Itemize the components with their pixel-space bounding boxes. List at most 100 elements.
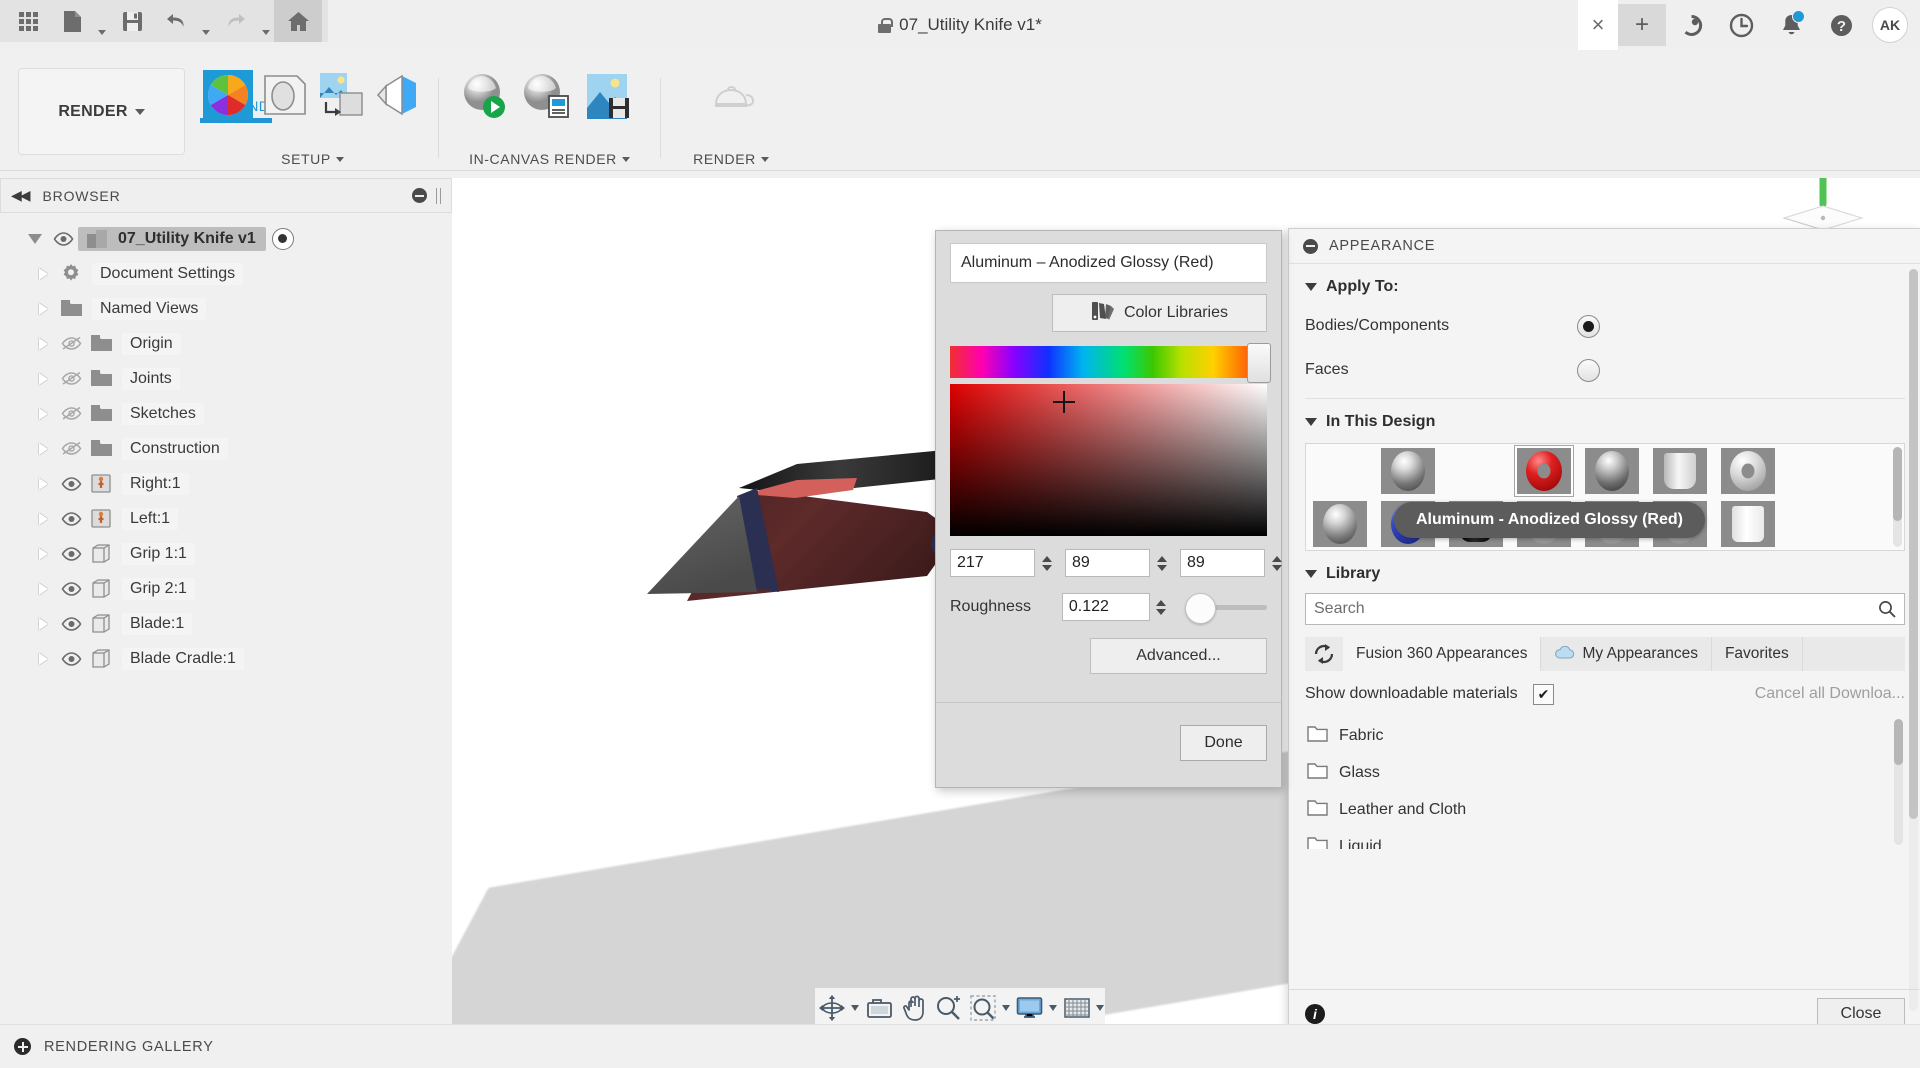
notifications-bell-icon[interactable] [1766, 0, 1816, 50]
hue-slider-handle[interactable] [1247, 343, 1271, 383]
file-menu-caret-icon[interactable] [94, 0, 110, 49]
done-button[interactable]: Done [1180, 725, 1267, 761]
search-input[interactable] [1305, 593, 1905, 625]
material-name-input[interactable] [950, 243, 1267, 283]
appearance-command[interactable] [200, 64, 256, 122]
red-input[interactable] [950, 549, 1035, 577]
zoom-window-caret-icon[interactable] [1001, 991, 1012, 1024]
tree-item-sketches[interactable]: Sketches [0, 396, 452, 431]
tab-fusion-360-appearances[interactable]: Fusion 360 Appearances [1343, 637, 1541, 671]
swatch-plastic-white[interactable] [1714, 497, 1782, 550]
expand-arrow-icon[interactable] [30, 478, 56, 490]
home-icon[interactable] [274, 0, 322, 42]
scene-settings-command[interactable] [256, 64, 312, 122]
apply-to-faces-row[interactable]: Faces [1289, 348, 1920, 392]
decal-command[interactable] [369, 64, 425, 122]
apply-to-bodies-row[interactable]: Bodies/Components [1289, 304, 1920, 348]
tree-item-joints[interactable]: Joints [0, 361, 452, 396]
tree-item-named-views[interactable]: Named Views [0, 291, 452, 326]
visibility-eye-off-icon[interactable] [56, 406, 86, 421]
save-icon[interactable] [110, 0, 154, 42]
tree-item-construction[interactable]: Construction [0, 431, 452, 466]
apply-to-section-header[interactable]: Apply To: [1289, 264, 1920, 304]
expand-arrow-icon[interactable] [30, 583, 56, 595]
app-grid-icon[interactable] [6, 0, 50, 42]
swatch-scrollbar[interactable] [1893, 447, 1902, 547]
tab-my-appearances[interactable]: My Appearances [1541, 637, 1711, 671]
red-stepper[interactable] [1038, 548, 1055, 578]
expand-arrow-icon[interactable] [30, 303, 56, 315]
appearance-collapse-icon[interactable] [1303, 239, 1318, 254]
visibility-eye-icon[interactable] [56, 477, 86, 491]
undo-icon[interactable] [154, 0, 198, 42]
visibility-eye-icon[interactable] [56, 582, 86, 596]
roughness-slider[interactable] [1189, 605, 1267, 610]
blue-input[interactable] [1180, 549, 1265, 577]
visibility-eye-icon[interactable] [56, 652, 86, 666]
cancel-downloads-link[interactable]: Cancel all Downloa... [1755, 685, 1905, 703]
texture-map-controls-command[interactable] [313, 64, 369, 122]
tree-item-grip-1[interactable]: Grip 1:1 [0, 536, 452, 571]
blue-stepper[interactable] [1268, 548, 1285, 578]
green-input[interactable] [1065, 549, 1150, 577]
ribbon-group-setup-title[interactable]: SETUP [200, 151, 425, 167]
rendering-gallery-label[interactable]: RENDERING GALLERY [44, 1039, 214, 1055]
collapse-left-icon[interactable]: ◀◀ [11, 187, 29, 204]
capture-image-command[interactable] [576, 64, 638, 122]
tree-item-left[interactable]: Left:1 [0, 501, 452, 536]
expand-arrow-icon[interactable] [30, 653, 56, 665]
history-clock-icon[interactable] [1716, 0, 1766, 50]
show-downloadable-checkbox[interactable]: ✔ [1533, 684, 1554, 705]
browser-resize-handle[interactable] [436, 188, 441, 204]
color-libraries-button[interactable]: Color Libraries [1052, 294, 1267, 332]
job-status-icon[interactable] [1666, 0, 1716, 50]
new-tab-button[interactable]: + [1618, 4, 1666, 46]
swatch-aluminum-satin[interactable] [1306, 497, 1374, 550]
redo-icon[interactable] [214, 0, 258, 42]
avatar[interactable]: AK [1872, 7, 1908, 43]
visibility-eye-icon[interactable] [48, 232, 78, 246]
expand-arrow-icon[interactable] [30, 373, 56, 385]
undo-caret-icon[interactable] [198, 0, 214, 49]
orbit-caret-icon[interactable] [850, 991, 861, 1024]
in-canvas-render-command[interactable] [452, 64, 514, 122]
root-activate-radio[interactable] [272, 228, 294, 250]
tree-item-blade-cradle[interactable]: Blade Cradle:1 [0, 641, 452, 676]
help-icon[interactable]: ? [1816, 0, 1866, 50]
color-crosshair-icon[interactable] [1053, 391, 1075, 413]
swatch-aluminum-polished[interactable] [1374, 444, 1442, 497]
green-stepper[interactable] [1153, 548, 1170, 578]
saturation-value-field[interactable] [950, 384, 1267, 536]
expand-plus-icon[interactable] [14, 1038, 31, 1055]
advanced-button[interactable]: Advanced... [1090, 638, 1267, 674]
info-icon[interactable]: i [1305, 1004, 1325, 1024]
file-icon[interactable] [50, 0, 94, 42]
search-icon[interactable] [1878, 600, 1896, 622]
in-this-design-section-header[interactable]: In This Design [1289, 399, 1920, 439]
tree-item-grip-2[interactable]: Grip 2:1 [0, 571, 452, 606]
swatch-plastic-matte-white[interactable] [1646, 444, 1714, 497]
display-settings-caret-icon[interactable] [1048, 991, 1059, 1024]
in-canvas-render-setting-command[interactable] [514, 64, 576, 122]
browser-collapse-icon[interactable] [412, 188, 427, 203]
folder-row-leather-and-cloth[interactable]: Leather and Cloth [1305, 791, 1905, 828]
apply-to-faces-radio[interactable] [1577, 359, 1600, 382]
visibility-eye-off-icon[interactable] [56, 336, 86, 351]
folder-row-liquid[interactable]: Liquid [1305, 828, 1905, 849]
hue-slider[interactable] [950, 346, 1267, 378]
tree-item-origin[interactable]: Origin [0, 326, 452, 361]
render-command[interactable] [700, 64, 762, 122]
look-at-icon[interactable] [862, 991, 897, 1024]
tree-item-blade[interactable]: Blade:1 [0, 606, 452, 641]
expand-arrow-down-icon[interactable] [22, 234, 48, 244]
expand-arrow-icon[interactable] [30, 513, 56, 525]
expand-arrow-icon[interactable] [30, 548, 56, 560]
grid-snaps-caret-icon[interactable] [1095, 991, 1106, 1024]
visibility-eye-off-icon[interactable] [56, 441, 86, 456]
expand-arrow-icon[interactable] [30, 618, 56, 630]
orbit-icon[interactable] [815, 991, 849, 1024]
appearance-panel-scrollbar[interactable] [1909, 269, 1918, 1011]
roughness-input[interactable] [1062, 593, 1150, 621]
workspace-switcher[interactable]: RENDER [18, 68, 185, 155]
zoom-icon[interactable] [931, 991, 965, 1024]
